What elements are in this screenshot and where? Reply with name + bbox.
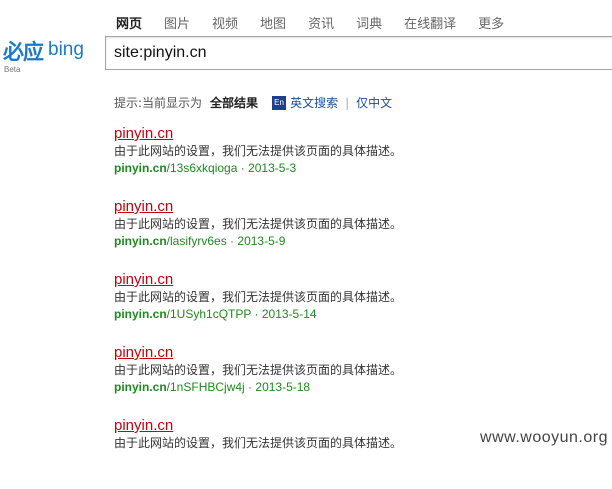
result-date-separator: · [248,380,253,394]
result-url-domain: pinyin.cn [114,234,167,248]
result-date-separator: · [240,161,245,175]
result-url-domain: pinyin.cn [114,307,167,321]
result-url-domain: pinyin.cn [114,380,167,394]
result-url-path: /1USyh1cQTPP [166,307,252,321]
result-url-line: pinyin.cn/13s6xkqioga · 2013-5-3 [114,160,594,177]
result-description: 由于此网站的设置，我们无法提供该页面的具体描述。 [114,290,403,304]
nav-item-images[interactable]: 图片 [164,13,190,32]
hint-current-scope: 全部结果 [210,96,259,110]
watermark-text: www.wooyun.org [480,429,608,446]
result-url-path: /1nSFHBCjw4j [166,380,245,394]
result-title-link[interactable]: pinyin.cn [114,124,594,143]
result-date-separator: · [230,234,235,248]
result-title-link[interactable]: pinyin.cn [114,197,594,216]
language-hint-bar: 提示:当前显示为 全部结果 En 英文搜索 | 仅中文 [114,94,392,111]
result-date: 2013-5-3 [248,161,297,175]
result-url-path: /13s6xkqioga [166,161,238,175]
result-item: pinyin.cn 由于此网站的设置，我们无法提供该页面的具体描述。 pinyi… [114,270,594,343]
hint-prefix: 提示:当前显示为 [114,96,203,110]
nav-item-videos[interactable]: 视频 [212,13,238,32]
result-url-line: pinyin.cn/1USyh1cQTPP · 2013-5-14 [114,306,594,323]
search-input[interactable] [105,36,612,70]
result-url-domain: pinyin.cn [114,161,167,175]
result-description: 由于此网站的设置，我们无法提供该页面的具体描述。 [114,217,403,231]
result-title-link[interactable]: pinyin.cn [114,343,594,362]
result-date-separator: · [254,307,259,321]
result-item: pinyin.cn 由于此网站的设置，我们无法提供该页面的具体描述。 [114,416,594,489]
nav-item-dictionary[interactable]: 词典 [356,13,382,32]
nav-item-translate[interactable]: 在线翻译 [404,13,456,32]
result-url-path: /lasifyrv6es [166,234,227,248]
nav-item-maps[interactable]: 地图 [260,13,286,32]
result-url-line: pinyin.cn/1nSFHBCjw4j · 2013-5-18 [114,379,594,396]
logo-beta-label: Beta [4,65,21,74]
hint-separator: | [345,95,350,110]
result-date: 2013-5-18 [255,380,311,394]
logo-chinese-text: 必应 [3,40,44,64]
english-search-link[interactable]: 英文搜索 [290,94,338,111]
result-date: 2013-5-9 [237,234,286,248]
result-item: pinyin.cn 由于此网站的设置，我们无法提供该页面的具体描述。 pinyi… [114,124,594,197]
result-date: 2013-5-14 [261,307,317,321]
result-item: pinyin.cn 由于此网站的设置，我们无法提供该页面的具体描述。 pinyi… [114,343,594,416]
result-description: 由于此网站的设置，我们无法提供该页面的具体描述。 [114,144,403,158]
logo-english-text: bing [48,39,84,60]
bing-logo[interactable]: 必应 bing Beta [3,36,101,76]
chinese-only-link[interactable]: 仅中文 [356,94,392,111]
top-nav: 网页 图片 视频 地图 资讯 词典 在线翻译 更多 [116,13,504,32]
result-url-line: pinyin.cn/lasifyrv6es · 2013-5-9 [114,233,594,250]
english-flag-icon: En [272,95,287,110]
result-title-link[interactable]: pinyin.cn [114,270,594,289]
nav-item-more[interactable]: 更多 [478,13,504,32]
result-description: 由于此网站的设置，我们无法提供该页面的具体描述。 [114,363,403,377]
result-item: pinyin.cn 由于此网站的设置，我们无法提供该页面的具体描述。 pinyi… [114,197,594,270]
nav-item-news[interactable]: 资讯 [308,13,334,32]
nav-item-web[interactable]: 网页 [116,13,142,32]
